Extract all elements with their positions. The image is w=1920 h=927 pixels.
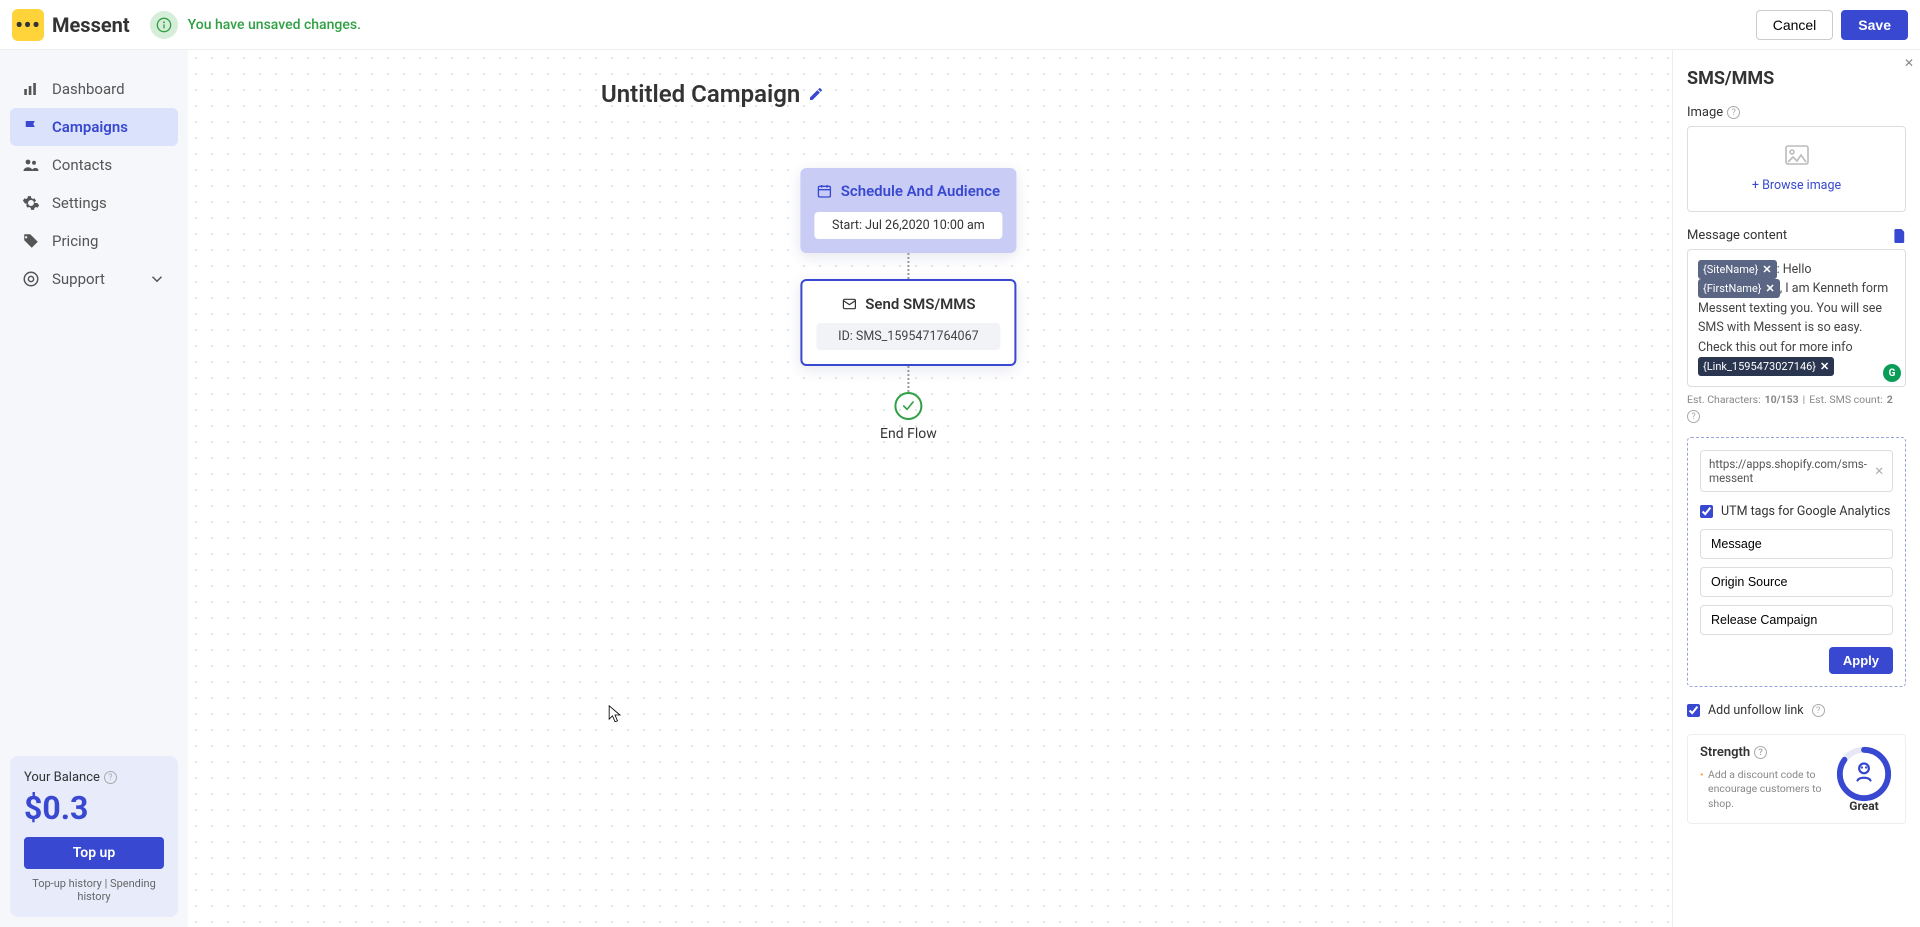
cancel-button[interactable]: Cancel	[1756, 10, 1834, 40]
est-sms-value: 2	[1887, 393, 1893, 406]
schedule-head: Schedule And Audience	[841, 182, 1000, 200]
strength-tip: Add a discount code to encourage custome…	[1700, 768, 1827, 811]
remove-chip-icon: ✕	[1820, 358, 1829, 375]
strength-gauge: Great	[1835, 745, 1893, 813]
unsaved-alert: You have unsaved changes.	[150, 11, 361, 39]
remove-link-icon[interactable]: ✕	[1874, 464, 1884, 478]
connector	[907, 366, 909, 392]
flow-canvas[interactable]: Untitled Campaign Schedule And Audience …	[188, 50, 1672, 927]
check-icon	[894, 392, 922, 420]
brand-logo[interactable]: ••• Messent	[12, 9, 130, 41]
sms-body: ID: SMS_1595471764067	[816, 323, 1000, 350]
sidebar-item-label: Pricing	[52, 232, 98, 250]
est-sms-label: Est. SMS count:	[1809, 393, 1883, 406]
balance-amount: $0.3	[24, 789, 164, 827]
variable-chip-link[interactable]: {Link_1595473027146}✕	[1698, 357, 1834, 376]
envelope-icon	[841, 296, 857, 312]
help-icon[interactable]: ?	[1727, 106, 1740, 119]
sidebar-item-pricing[interactable]: Pricing	[10, 222, 178, 260]
help-icon[interactable]: ?	[1754, 746, 1767, 759]
browse-image-link[interactable]: Browse image	[1752, 178, 1841, 193]
info-icon	[150, 11, 178, 39]
unfollow-row[interactable]: Add unfollow link ?	[1687, 703, 1906, 718]
link-row[interactable]: https://apps.shopify.com/sms-messent ✕	[1700, 450, 1893, 492]
schedule-body: Start: Jul 26,2020 10:00 am	[814, 212, 1002, 239]
remove-chip-icon: ✕	[1766, 280, 1775, 297]
image-dropzone[interactable]: Browse image	[1687, 126, 1906, 212]
utm-campaign-input[interactable]	[1700, 605, 1893, 635]
est-chars-label: Est. Characters:	[1687, 393, 1761, 406]
sidebar-item-contacts[interactable]: Contacts	[10, 146, 178, 184]
help-icon[interactable]: ?	[104, 771, 117, 784]
brand-icon: •••	[12, 9, 44, 41]
sidebar-item-label: Campaigns	[52, 118, 128, 136]
variable-chip-firstname[interactable]: {FirstName}✕	[1698, 279, 1780, 298]
utm-label: UTM tags for Google Analytics	[1721, 504, 1890, 519]
sidebar-item-label: Dashboard	[52, 80, 125, 98]
topbar: ••• Messent You have unsaved changes. Ca…	[0, 0, 1920, 50]
campaign-title-text: Untitled Campaign	[601, 80, 800, 108]
link-url: https://apps.shopify.com/sms-messent	[1709, 457, 1874, 485]
sms-settings-panel: ✕ SMS/MMS Image ? Browse image Message c…	[1672, 50, 1920, 927]
sidebar-item-label: Settings	[52, 194, 107, 212]
connector	[907, 253, 909, 279]
balance-card: Your Balance ? $0.3 Top up Top-up histor…	[10, 756, 178, 917]
alert-text: You have unsaved changes.	[188, 17, 361, 33]
save-button[interactable]: Save	[1841, 10, 1908, 40]
close-icon[interactable]: ✕	[1904, 56, 1914, 70]
message-content-label: Message content	[1687, 228, 1787, 243]
campaign-title: Untitled Campaign	[601, 80, 824, 108]
sms-head: Send SMS/MMS	[865, 295, 975, 313]
image-label: Image	[1687, 105, 1723, 120]
sms-node[interactable]: Send SMS/MMS ID: SMS_1595471764067	[800, 279, 1016, 366]
sidebar-item-dashboard[interactable]: Dashboard	[10, 70, 178, 108]
utm-source-input[interactable]	[1700, 567, 1893, 597]
sidebar-item-label: Contacts	[52, 156, 112, 174]
sidebar-item-support[interactable]: Support	[10, 260, 178, 298]
end-flow-node: End Flow	[880, 392, 937, 442]
help-icon[interactable]: ?	[1687, 410, 1700, 423]
help-icon[interactable]: ?	[1812, 704, 1825, 717]
panel-title: SMS/MMS	[1687, 68, 1906, 89]
schedule-node[interactable]: Schedule And Audience Start: Jul 26,2020…	[800, 168, 1016, 253]
brand-name: Messent	[52, 13, 130, 37]
est-chars-value: 10/153	[1765, 393, 1799, 406]
unfollow-label: Add unfollow link	[1708, 703, 1804, 718]
users-icon	[22, 156, 40, 174]
calendar-icon	[817, 183, 833, 199]
message-editor[interactable]: {SiteName}✕: Hello {FirstName}✕, I am Ke…	[1687, 249, 1906, 387]
grammarly-icon[interactable]: G	[1883, 364, 1901, 382]
utm-section: https://apps.shopify.com/sms-messent ✕ U…	[1687, 437, 1906, 687]
topup-history-link[interactable]: Top-up history	[32, 877, 102, 890]
sidebar-item-settings[interactable]: Settings	[10, 184, 178, 222]
utm-checkbox[interactable]	[1700, 505, 1713, 518]
unfollow-checkbox[interactable]	[1687, 704, 1700, 717]
end-flow-label: End Flow	[880, 426, 937, 442]
utm-checkbox-row[interactable]: UTM tags for Google Analytics	[1700, 504, 1893, 519]
chart-icon	[22, 80, 40, 98]
gear-icon	[22, 194, 40, 212]
remove-chip-icon: ✕	[1762, 261, 1771, 278]
strength-label: Strength	[1700, 745, 1750, 760]
image-placeholder-icon	[1698, 145, 1895, 169]
sidebar-item-label: Support	[52, 270, 105, 288]
template-icon[interactable]	[1894, 229, 1906, 243]
tag-icon	[22, 232, 40, 250]
balance-label: Your Balance	[24, 770, 100, 785]
edit-icon[interactable]	[808, 86, 824, 102]
chevron-down-icon	[148, 270, 166, 288]
flag-icon	[22, 118, 40, 136]
utm-message-input[interactable]	[1700, 529, 1893, 559]
apply-button[interactable]: Apply	[1829, 647, 1893, 674]
mouse-cursor	[608, 705, 622, 725]
sidebar-item-campaigns[interactable]: Campaigns	[10, 108, 178, 146]
lifebuoy-icon	[22, 270, 40, 288]
topup-button[interactable]: Top up	[24, 837, 164, 869]
strength-card: Strength ? Add a discount code to encour…	[1687, 734, 1906, 824]
sidebar: Dashboard Campaigns Contacts Settings Pr…	[0, 50, 188, 927]
variable-chip-sitename[interactable]: {SiteName}✕	[1698, 260, 1777, 279]
